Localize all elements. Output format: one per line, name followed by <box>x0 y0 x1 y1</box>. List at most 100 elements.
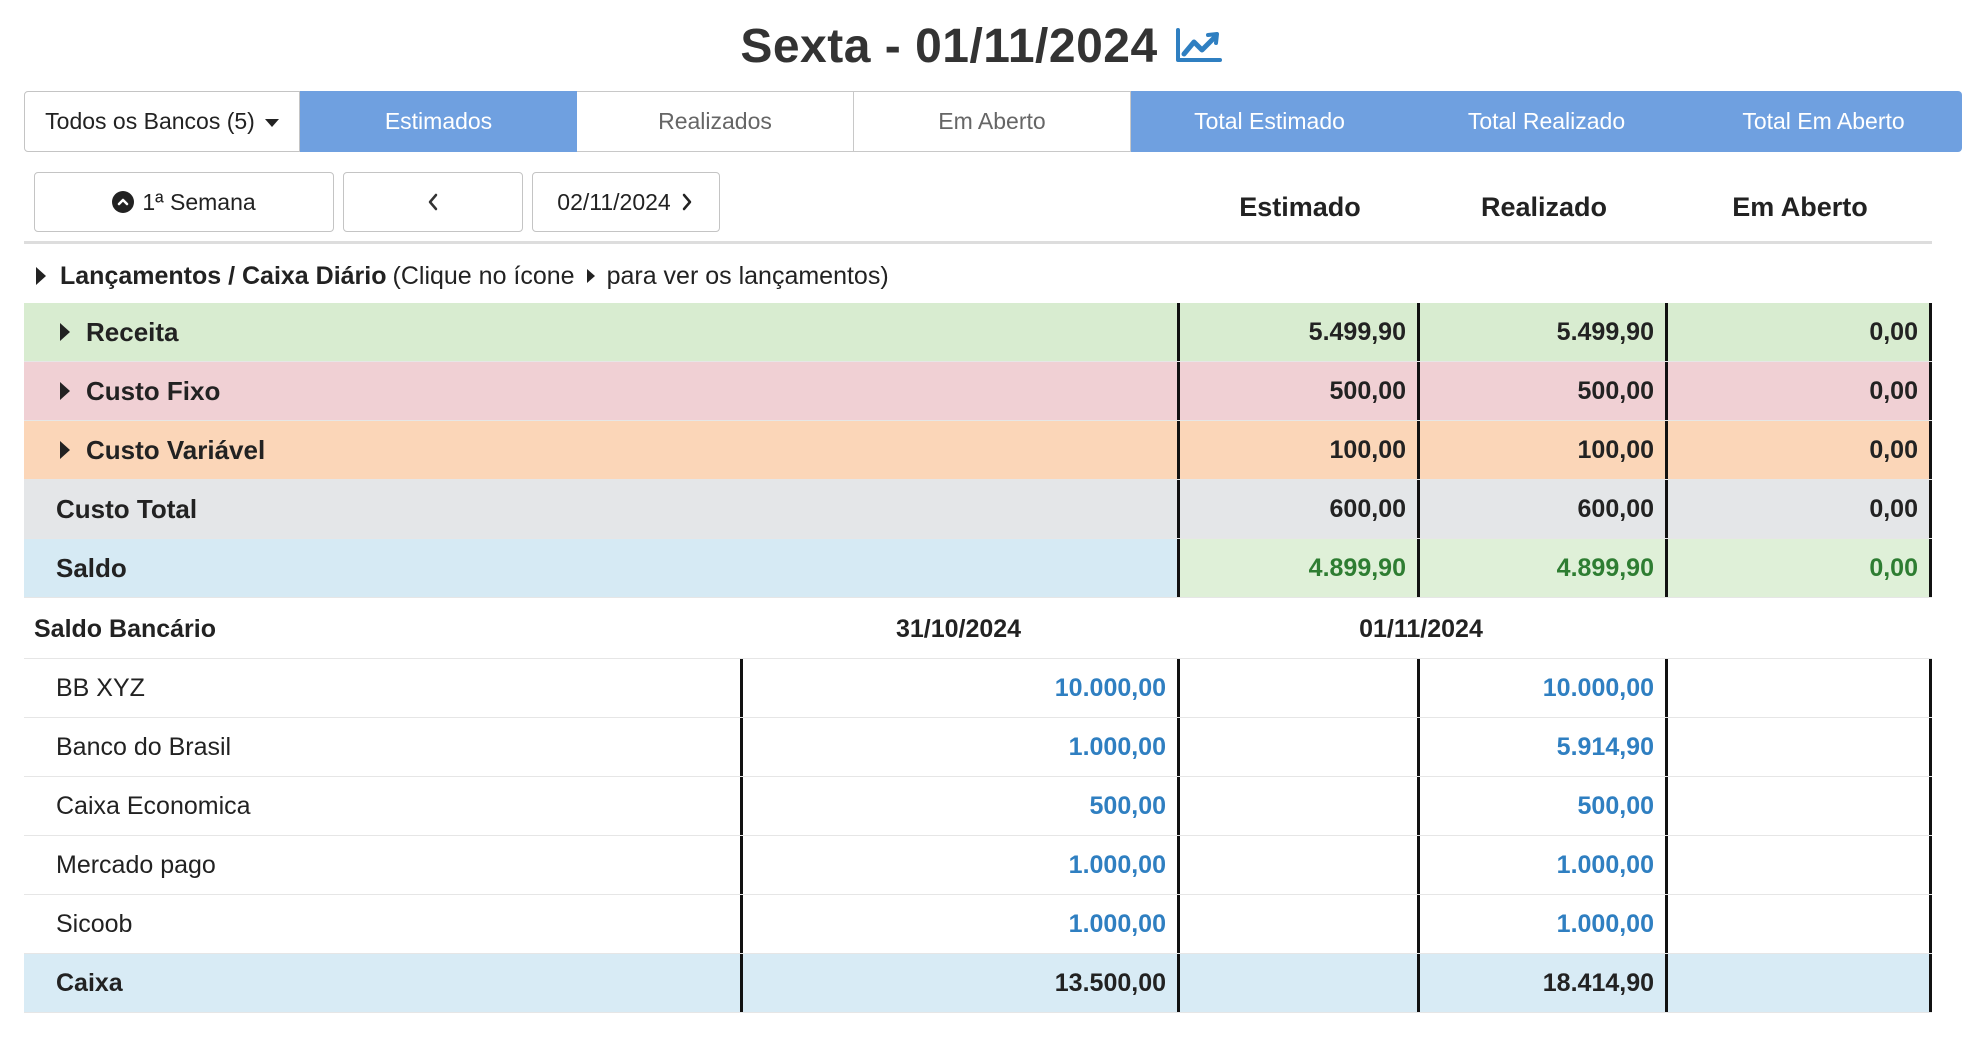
section-hint-before: (Clique no ícone <box>392 261 575 290</box>
cell-current-total: 18.414,90 <box>1417 954 1665 1012</box>
row-label-text: Custo Fixo <box>86 375 221 406</box>
tab-total-estimado[interactable]: Total Estimado <box>1131 91 1408 152</box>
row-label: Saldo <box>24 539 1177 597</box>
cell-empty <box>1665 836 1932 894</box>
next-date-label: 02/11/2024 <box>557 188 671 215</box>
chevron-right-icon <box>682 193 691 211</box>
row-label-text: Receita <box>86 316 179 347</box>
caret-down-icon <box>264 118 279 127</box>
cell-empty <box>1665 659 1932 717</box>
bank-select-dropdown[interactable]: Todos os Bancos (5) <box>24 91 300 152</box>
tab-em-aberto[interactable]: Em Aberto <box>854 91 1131 152</box>
table-row-custo-fixo[interactable]: Custo Fixo 500,00 500,00 0,00 <box>24 362 1932 421</box>
cell-previous-balance[interactable]: 1.000,00 <box>740 718 1177 776</box>
cell-empty <box>1177 954 1417 1012</box>
row-label-text: Custo Variável <box>86 434 266 465</box>
row-label: Receita <box>24 303 1177 361</box>
bank-balance-title: Saldo Bancário <box>34 614 216 643</box>
next-day-button[interactable]: 02/11/2024 <box>532 172 720 232</box>
bank-name: Sicoob <box>56 909 133 938</box>
cell-empty <box>1665 954 1932 1012</box>
table-row-custo-variavel[interactable]: Custo Variável 100,00 100,00 0,00 <box>24 421 1932 480</box>
cell-empty <box>1665 718 1932 776</box>
cell-empty <box>1177 659 1417 717</box>
column-header-realizado: Realizado <box>1480 192 1608 222</box>
table-row: BB XYZ 10.000,00 10.000,00 <box>24 659 1932 718</box>
tab-bar: Todos os Bancos (5) Estimados Realizados… <box>24 91 1964 152</box>
table-row: Banco do Brasil 1.000,00 5.914,90 <box>24 718 1932 777</box>
section-hint-after: para ver os lançamentos) <box>606 261 889 290</box>
cell-previous-balance[interactable]: 1.000,00 <box>740 895 1177 953</box>
cell-estimado: 4.899,90 <box>1177 539 1417 597</box>
week-controls: 1ª Semana 02/11/2024 <box>34 172 720 232</box>
tab-realizados[interactable]: Realizados <box>577 91 854 152</box>
header-divider <box>24 241 1932 244</box>
cell-empty <box>1177 718 1417 776</box>
bank-name: BB XYZ <box>56 673 145 702</box>
tab-total-em-aberto[interactable]: Total Em Aberto <box>1685 91 1962 152</box>
cell-realizado: 600,00 <box>1417 480 1665 538</box>
table-row-receita[interactable]: Receita 5.499,90 5.499,90 0,00 <box>24 303 1932 362</box>
table-row-saldo: Saldo 4.899,90 4.899,90 0,00 <box>24 539 1932 598</box>
cell-empty <box>1177 836 1417 894</box>
bank-balance-header: Saldo Bancário 31/10/2024 01/11/2024 <box>24 600 1932 659</box>
table-row-custo-total: Custo Total 600,00 600,00 0,00 <box>24 480 1932 539</box>
cell-em-aberto: 0,00 <box>1665 480 1932 538</box>
cell-estimado: 600,00 <box>1177 480 1417 538</box>
cell-estimado: 5.499,90 <box>1177 303 1417 361</box>
cell-empty <box>1177 895 1417 953</box>
row-label: Custo Variável <box>24 421 1177 479</box>
cell-realizado: 500,00 <box>1417 362 1665 420</box>
cell-realizado: 4.899,90 <box>1417 539 1665 597</box>
cell-realizado: 100,00 <box>1417 421 1665 479</box>
cell-previous-balance[interactable]: 10.000,00 <box>740 659 1177 717</box>
tab-total-realizado[interactable]: Total Realizado <box>1408 91 1685 152</box>
cell-current-balance[interactable]: 10.000,00 <box>1417 659 1665 717</box>
section-heading: Lançamentos / Caixa Diário <box>60 261 387 290</box>
caret-right-icon[interactable] <box>60 323 70 341</box>
cell-em-aberto: 0,00 <box>1665 303 1932 361</box>
caret-right-icon <box>586 269 595 283</box>
section-title: Lançamentos / Caixa Diário (Clique no íc… <box>36 256 889 296</box>
section-hint: (Clique no ícone para ver os lançamentos… <box>393 262 889 291</box>
cell-empty <box>1665 777 1932 835</box>
table-row: Sicoob 1.000,00 1.000,00 <box>24 895 1932 954</box>
bank-total-label: Caixa <box>56 968 123 997</box>
column-header-estimado: Estimado <box>1239 192 1361 222</box>
cell-previous-balance[interactable]: 1.000,00 <box>740 836 1177 894</box>
table-row: Mercado pago 1.000,00 1.000,00 <box>24 836 1932 895</box>
bank-name: Caixa Economica <box>56 791 251 820</box>
chart-line-icon[interactable] <box>1174 26 1224 66</box>
cash-flow-table: Receita 5.499,90 5.499,90 0,00 Custo Fix… <box>24 303 1932 598</box>
bank-select-label: Todos os Bancos (5) <box>45 108 255 134</box>
caret-right-icon[interactable] <box>60 441 70 459</box>
cell-realizado: 5.499,90 <box>1417 303 1665 361</box>
caret-right-icon[interactable] <box>36 267 46 285</box>
cell-previous-balance[interactable]: 500,00 <box>740 777 1177 835</box>
cell-current-balance[interactable]: 500,00 <box>1417 777 1665 835</box>
caret-right-icon[interactable] <box>60 382 70 400</box>
page-title: Sexta - 01/11/2024 <box>740 19 1158 73</box>
cell-em-aberto: 0,00 <box>1665 421 1932 479</box>
cell-em-aberto: 0,00 <box>1665 362 1932 420</box>
cell-current-balance[interactable]: 1.000,00 <box>1417 836 1665 894</box>
previous-day-button[interactable] <box>343 172 523 232</box>
circle-chevron-up-icon <box>112 191 135 213</box>
week-label: 1ª Semana <box>142 188 256 215</box>
tab-estimados[interactable]: Estimados <box>300 91 577 152</box>
table-row: Caixa Economica 500,00 500,00 <box>24 777 1932 836</box>
bank-balance-table: BB XYZ 10.000,00 10.000,00 Banco do Bras… <box>24 659 1932 1013</box>
bank-name: Banco do Brasil <box>56 732 232 761</box>
bank-date-previous: 31/10/2024 <box>895 614 1022 643</box>
bank-name: Mercado pago <box>56 850 216 879</box>
cell-em-aberto: 0,00 <box>1665 539 1932 597</box>
cell-estimado: 500,00 <box>1177 362 1417 420</box>
cell-current-balance[interactable]: 1.000,00 <box>1417 895 1665 953</box>
week-toggle-button[interactable]: 1ª Semana <box>34 172 334 232</box>
row-label: Custo Fixo <box>24 362 1177 420</box>
table-row-caixa-total: Caixa 13.500,00 18.414,90 <box>24 954 1932 1013</box>
cell-empty <box>1665 895 1932 953</box>
row-label: Custo Total <box>56 493 198 524</box>
cell-current-balance[interactable]: 5.914,90 <box>1417 718 1665 776</box>
chevron-left-icon <box>428 193 438 211</box>
